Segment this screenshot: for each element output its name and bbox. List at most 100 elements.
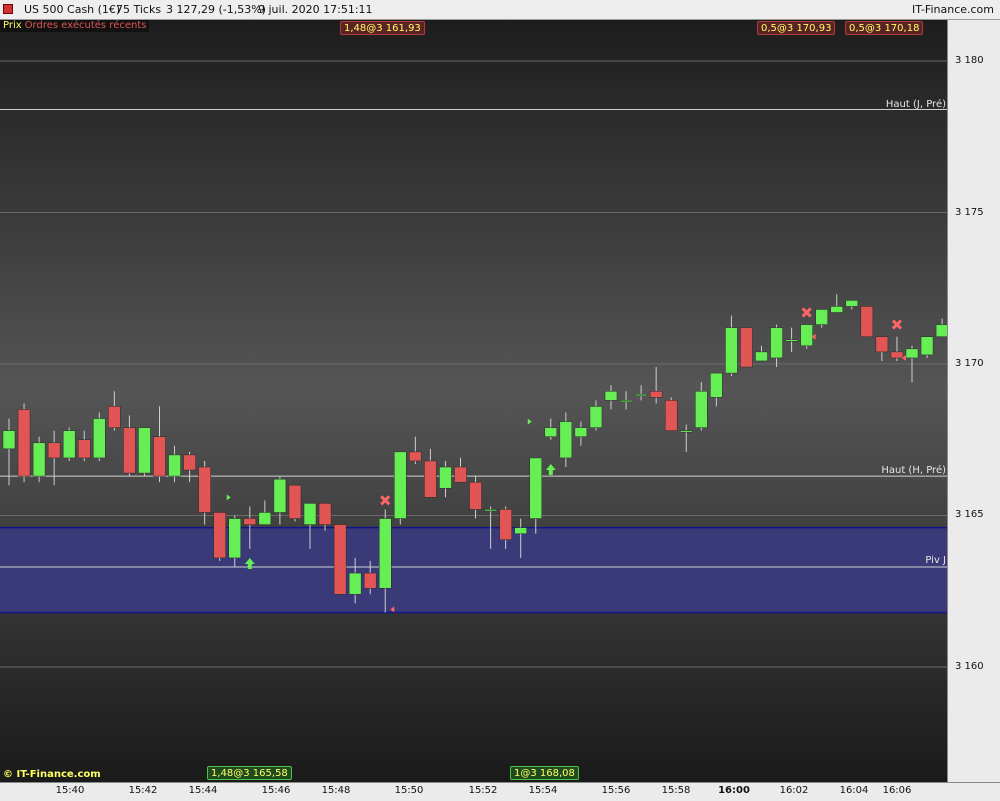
x-tick-label: 16:06 bbox=[882, 785, 912, 796]
last-price: 3 127,29 (-1,53%) bbox=[166, 3, 266, 16]
candle-up bbox=[574, 427, 588, 437]
candle-up bbox=[258, 512, 272, 525]
brand-watermark: © IT-Finance.com bbox=[3, 769, 101, 780]
legend-orders-label: Ordres exécutés récents bbox=[24, 20, 147, 31]
candle-down bbox=[288, 484, 302, 519]
candle-up bbox=[93, 418, 106, 459]
header-brand: IT-Finance.com bbox=[912, 3, 994, 16]
x-tick-label: 16:04 bbox=[839, 785, 869, 796]
x-tick-label: 15:48 bbox=[321, 785, 351, 796]
level-label-piv-j: Piv J bbox=[925, 555, 946, 566]
y-tick-label: 3 160 bbox=[955, 661, 984, 672]
candle-down bbox=[183, 454, 196, 471]
order-tag-buy-1[interactable]: 1,48@3 165,58 bbox=[207, 766, 292, 780]
candle-down bbox=[153, 436, 166, 477]
candle-up bbox=[589, 406, 603, 428]
candle-down bbox=[875, 336, 889, 353]
candle-down bbox=[454, 466, 467, 483]
x-tick-label: 16:00 bbox=[718, 785, 750, 796]
order-tag-sell-3[interactable]: 0,5@3 170,18 bbox=[845, 21, 924, 35]
candle-up bbox=[710, 372, 723, 398]
candle-up bbox=[830, 306, 843, 313]
candle-up bbox=[228, 518, 241, 559]
candle-up bbox=[845, 300, 859, 307]
candle-up bbox=[273, 478, 287, 513]
order-tag-sell-1[interactable]: 1,48@3 161,93 bbox=[340, 21, 425, 35]
y-tick-label: 3 165 bbox=[955, 509, 984, 520]
candle-up bbox=[815, 309, 828, 325]
x-tick-label: 15:58 bbox=[661, 785, 691, 796]
x-tick-label: 15:40 bbox=[55, 785, 85, 796]
level-label-haut-h-pre: Haut (H, Pré) bbox=[881, 465, 946, 476]
candle-down bbox=[213, 512, 226, 559]
x-tick-label: 15:54 bbox=[528, 785, 558, 796]
x-tick-label: 15:44 bbox=[188, 785, 218, 796]
candle-down bbox=[469, 481, 482, 510]
candle-down bbox=[108, 406, 121, 428]
x-tick-label: 15:46 bbox=[261, 785, 291, 796]
candle-up bbox=[544, 427, 558, 437]
candle-up bbox=[785, 339, 798, 342]
candle-down bbox=[890, 351, 904, 359]
x-tick-label: 15:42 bbox=[128, 785, 158, 796]
candle-up bbox=[755, 351, 768, 362]
candle-up bbox=[348, 572, 362, 595]
chart-header: US 500 Cash (1€) 75 Ticks 3 127,29 (-1,5… bbox=[0, 0, 1000, 20]
candle-up bbox=[379, 518, 392, 589]
candle-up bbox=[634, 394, 648, 397]
level-label-haut-j-pre: Haut (J, Pré) bbox=[885, 99, 946, 110]
candle-up bbox=[484, 509, 497, 512]
y-tick-label: 3 175 bbox=[955, 207, 984, 218]
candle-up bbox=[439, 466, 452, 489]
candle-up bbox=[905, 348, 919, 359]
buy-fill-marker-icon bbox=[527, 418, 532, 425]
candle-down bbox=[860, 306, 874, 337]
x-tick-label: 15:56 bbox=[601, 785, 631, 796]
sell-cross-icon bbox=[380, 495, 391, 506]
buy-arrow-icon bbox=[545, 464, 556, 476]
order-tag-sell-2[interactable]: 0,5@3 170,93 bbox=[757, 21, 836, 35]
header-datetime: 9 juil. 2020 17:51:11 bbox=[258, 3, 373, 16]
y-tick-label: 3 170 bbox=[955, 358, 984, 369]
candle-down bbox=[243, 518, 257, 525]
candle-up bbox=[62, 430, 76, 459]
order-tag-buy-2[interactable]: 1@3 168,08 bbox=[510, 766, 579, 780]
legend-price-label: Prix bbox=[3, 20, 22, 31]
y-tick-label: 3 180 bbox=[955, 55, 984, 66]
candle-down bbox=[78, 439, 91, 459]
candle-down bbox=[649, 391, 663, 398]
candle-down bbox=[740, 327, 753, 368]
candle-up bbox=[529, 457, 542, 519]
price-chart[interactable]: Prix Ordres exécutés récents 1,48@3 161,9… bbox=[0, 0, 947, 782]
candle-down bbox=[333, 524, 347, 595]
time-axis[interactable]: 15:40 15:42 15:44 15:46 15:48 15:50 15:5… bbox=[0, 782, 1000, 801]
instrument-icon bbox=[3, 4, 13, 14]
candle-up bbox=[303, 503, 317, 525]
candle-up bbox=[559, 421, 573, 459]
candle-up bbox=[680, 430, 693, 433]
sell-cross-icon bbox=[891, 319, 903, 330]
candle-up bbox=[168, 454, 181, 477]
candle-up bbox=[695, 391, 708, 428]
candle-up bbox=[800, 324, 813, 347]
candlestick-chart[interactable] bbox=[0, 0, 947, 782]
candle-up bbox=[394, 451, 407, 519]
candle-up bbox=[514, 527, 527, 534]
candle-down bbox=[318, 503, 332, 525]
price-axis[interactable]: 3 180 3 175 3 170 3 165 3 160 bbox=[947, 0, 1000, 782]
chart-legend: Prix Ordres exécutés récents bbox=[0, 20, 150, 32]
support-zone bbox=[0, 527, 947, 613]
x-tick-label: 15:52 bbox=[468, 785, 498, 796]
candle-up bbox=[32, 442, 46, 477]
x-tick-label: 15:50 bbox=[394, 785, 424, 796]
x-tick-label: 16:02 bbox=[779, 785, 809, 796]
instrument-name[interactable]: US 500 Cash (1€) bbox=[24, 0, 120, 19]
candle-down bbox=[123, 427, 136, 474]
sell-cross-icon bbox=[801, 307, 812, 318]
candle-up bbox=[138, 427, 151, 474]
candle-down bbox=[47, 442, 61, 459]
timeframe-label[interactable]: 75 Ticks bbox=[116, 0, 161, 19]
candle-up bbox=[920, 336, 934, 356]
candle-up bbox=[935, 324, 947, 337]
candle-up bbox=[725, 327, 738, 374]
